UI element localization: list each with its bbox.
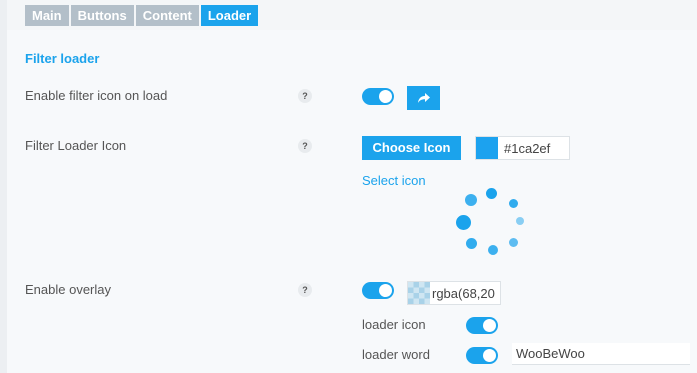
help-icon[interactable]: ? xyxy=(298,139,312,153)
spinner-dot xyxy=(509,238,518,247)
overlay-color-field[interactable]: rgba(68,20 xyxy=(407,281,501,305)
loader-icon-label: loader icon xyxy=(362,317,426,332)
spinner-dot xyxy=(465,194,477,206)
choose-icon-button[interactable]: Choose Icon xyxy=(362,136,461,160)
toggle-knob xyxy=(483,319,496,332)
spinner-dot xyxy=(509,199,518,208)
spinner-dot xyxy=(486,188,497,199)
loader-spinner-icon xyxy=(452,186,528,256)
icon-color-field[interactable]: #1ca2ef xyxy=(475,136,570,160)
spinner-dot xyxy=(516,217,524,225)
share-button[interactable] xyxy=(407,86,440,110)
share-arrow-icon xyxy=(417,93,430,103)
settings-frame: Main Buttons Content Loader Filter loade… xyxy=(0,0,697,373)
help-icon[interactable]: ? xyxy=(298,89,312,103)
help-icon[interactable]: ? xyxy=(298,283,312,297)
overlay-color-value: rgba(68,20 xyxy=(432,285,495,301)
tab-loader[interactable]: Loader xyxy=(200,5,259,26)
loader-word-label: loader word xyxy=(362,347,430,362)
enable-filter-icon-label: Enable filter icon on load xyxy=(25,88,168,103)
enable-overlay-toggle[interactable] xyxy=(362,282,394,299)
tab-content[interactable]: Content xyxy=(135,5,199,26)
toggle-knob xyxy=(483,349,496,362)
overlay-color-swatch[interactable] xyxy=(408,282,430,304)
filter-loader-icon-label: Filter Loader Icon xyxy=(25,138,127,153)
spinner-dot xyxy=(456,215,471,230)
toggle-knob xyxy=(379,90,392,103)
tab-main[interactable]: Main xyxy=(25,5,69,26)
spinner-dot xyxy=(488,245,498,255)
toggle-knob xyxy=(379,284,392,297)
enable-overlay-label: Enable overlay xyxy=(25,282,111,297)
icon-color-swatch[interactable] xyxy=(476,137,498,159)
settings-tabs: Main Buttons Content Loader xyxy=(25,5,259,26)
icon-color-value: #1ca2ef xyxy=(504,140,551,156)
loader-word-input[interactable] xyxy=(512,343,690,365)
loader-settings-panel xyxy=(7,30,697,373)
spinner-dot xyxy=(466,238,477,249)
enable-filter-icon-toggle[interactable] xyxy=(362,88,394,105)
left-gutter xyxy=(0,0,7,373)
section-title: Filter loader xyxy=(25,51,100,66)
loader-word-toggle[interactable] xyxy=(466,347,498,364)
tab-buttons[interactable]: Buttons xyxy=(70,5,134,26)
loader-icon-toggle[interactable] xyxy=(466,317,498,334)
select-icon-link[interactable]: Select icon xyxy=(362,173,426,188)
